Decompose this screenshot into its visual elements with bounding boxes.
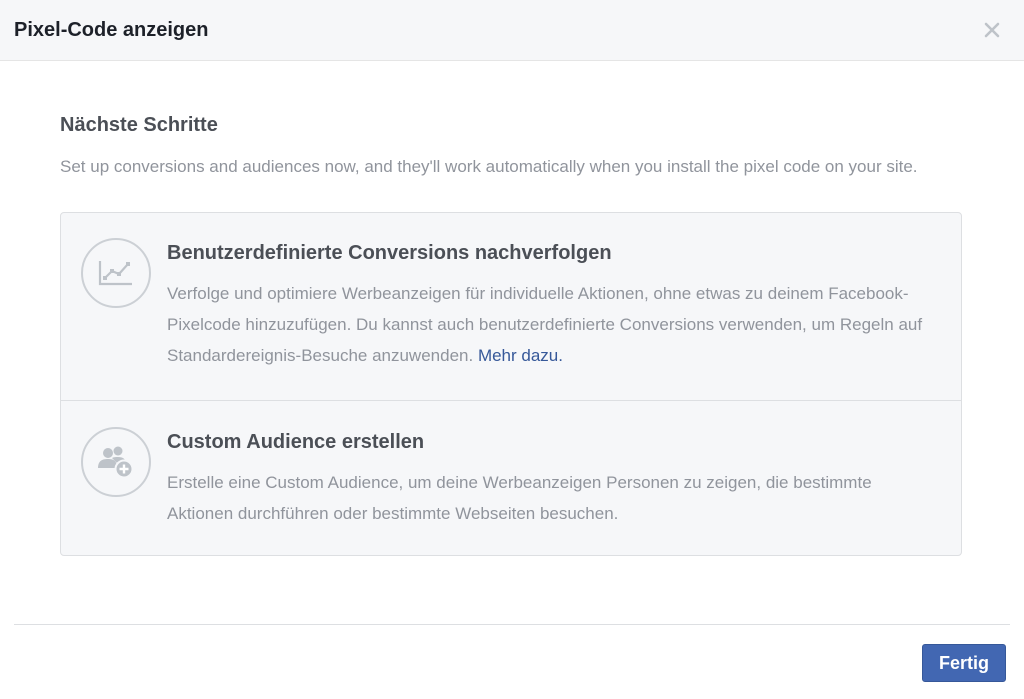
done-button[interactable]: Fertig [922, 644, 1006, 682]
dialog-footer-divider [14, 624, 1010, 625]
dialog-header: Pixel-Code anzeigen [0, 0, 1024, 61]
next-steps-description: Set up conversions and audiences now, an… [60, 157, 918, 176]
option-description: Verfolge und optimiere Werbeanzeigen für… [167, 278, 941, 371]
pixel-code-dialog: Pixel-Code anzeigen Nächste Schritte Set… [0, 0, 1024, 699]
next-steps-title: Nächste Schritte [60, 114, 218, 136]
option-description: Erstelle eine Custom Audience, um deine … [167, 473, 872, 523]
learn-more-link[interactable]: Mehr dazu. [478, 346, 563, 365]
option-custom-audience: Custom Audience erstellen Erstelle eine … [61, 400, 961, 555]
close-button[interactable] [980, 18, 1004, 42]
option-title: Benutzerdefinierte Conversions nachverfo… [167, 242, 612, 264]
option-custom-conversions: Benutzerdefinierte Conversions nachverfo… [61, 213, 961, 400]
close-icon [984, 22, 1000, 38]
option-title: Custom Audience erstellen [167, 431, 425, 453]
dialog-content: Nächste Schritte Set up conversions and … [0, 61, 1024, 556]
line-chart-icon [81, 238, 151, 308]
dialog-title: Pixel-Code anzeigen [14, 18, 209, 41]
add-audience-icon [81, 427, 151, 497]
options-list: Benutzerdefinierte Conversions nachverfo… [60, 212, 962, 556]
